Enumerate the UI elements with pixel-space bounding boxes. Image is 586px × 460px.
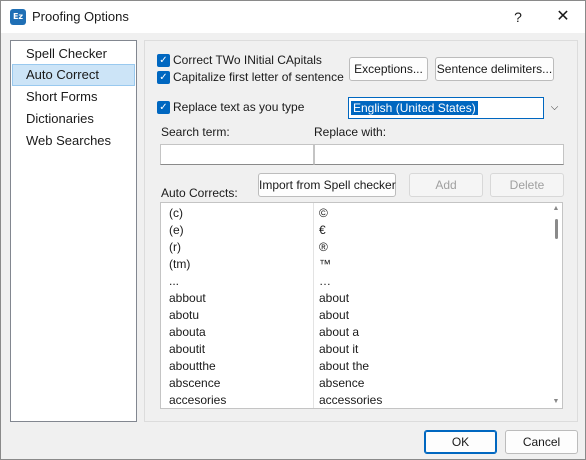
replace-with-cell: absence: [319, 376, 365, 390]
search-term-cell: (e): [169, 223, 184, 237]
search-term-cell: aboutit: [169, 342, 206, 356]
close-button[interactable]: ✕: [541, 1, 585, 33]
app-icon: Ez: [10, 9, 26, 25]
search-term-cell: abouta: [169, 325, 206, 339]
search-term-label: Search term:: [161, 125, 230, 139]
scroll-thumb[interactable]: [555, 219, 558, 239]
replace-as-type-checkbox[interactable]: ✓ Replace text as you type: [157, 100, 304, 114]
proofing-options-dialog: Ez Proofing Options ? ✕ Spell Checker Au…: [0, 0, 586, 460]
checkmark-icon: ✓: [157, 100, 170, 114]
add-button[interactable]: Add: [409, 173, 483, 197]
sentence-delimiters-button[interactable]: Sentence delimiters...: [435, 57, 554, 81]
list-row[interactable]: (tm) ™: [161, 256, 547, 273]
sidebar-item-short-forms[interactable]: Short Forms: [12, 86, 135, 108]
search-term-cell: (tm): [169, 257, 191, 271]
delete-button[interactable]: Delete: [490, 173, 564, 197]
import-spell-checker-button[interactable]: Import from Spell checker: [258, 173, 396, 197]
replace-with-cell: ©: [319, 206, 328, 220]
help-button[interactable]: ?: [501, 1, 535, 33]
search-term-cell: ...: [169, 274, 180, 288]
list-row[interactable]: accesories accessories: [161, 392, 547, 408]
list-row[interactable]: abscence absence: [161, 375, 547, 392]
search-term-cell: aboutthe: [169, 359, 216, 373]
search-term-cell: (c): [169, 206, 183, 220]
options-sidebar: Spell Checker Auto Correct Short Forms D…: [10, 40, 137, 422]
chevron-down-icon[interactable]: ⌵: [546, 97, 563, 119]
capitalize-first-checkbox[interactable]: ✓ Capitalize first letter of sentence: [157, 70, 344, 84]
replace-with-cell: about the: [319, 359, 370, 373]
list-row[interactable]: abbout about: [161, 290, 547, 307]
language-select-value[interactable]: English (United States): [348, 97, 544, 119]
replace-with-cell: ™: [319, 257, 331, 271]
sidebar-item-web-searches[interactable]: Web Searches: [12, 130, 135, 152]
list-row[interactable]: ... …: [161, 273, 547, 290]
cancel-button[interactable]: Cancel: [505, 430, 578, 454]
list-row[interactable]: abotu about: [161, 307, 547, 324]
exceptions-button[interactable]: Exceptions...: [349, 57, 428, 81]
auto-corrects-label: Auto Corrects:: [161, 186, 238, 200]
search-term-cell: abbout: [169, 291, 206, 305]
list-row[interactable]: abouta about a: [161, 324, 547, 341]
auto-corrects-list[interactable]: (c) © (e) € (r) ® (tm) ™...… abbout about abotu abo…: [160, 202, 563, 409]
title-bar: Ez Proofing Options ? ✕: [1, 1, 585, 33]
list-row[interactable]: (c) ©: [161, 205, 547, 222]
replace-with-cell: about: [319, 308, 350, 322]
correct-two-initial-label: Correct TWo INitial CApitals: [173, 53, 322, 67]
sidebar-item-spell-checker[interactable]: Spell Checker: [12, 43, 135, 65]
replace-with-cell: about a: [319, 325, 360, 339]
replace-as-type-label: Replace text as you type: [173, 100, 305, 114]
language-select[interactable]: English (United States) ⌵: [348, 97, 563, 119]
scroll-down-icon[interactable]: ▼: [552, 398, 560, 406]
list-row[interactable]: aboutit about it: [161, 341, 547, 358]
search-term-cell: accesories: [169, 393, 227, 407]
replace-with-label: Replace with:: [314, 125, 387, 139]
replace-with-cell: about it: [319, 342, 359, 356]
correct-two-initial-checkbox[interactable]: ✓ Correct TWo INitial CApitals: [157, 53, 322, 67]
checkmark-icon: ✓: [157, 70, 170, 84]
scroll-up-icon[interactable]: ▲: [552, 205, 560, 213]
sidebar-item-auto-correct[interactable]: Auto Correct: [12, 64, 135, 86]
list-row[interactable]: (e) €: [161, 222, 547, 239]
ok-button[interactable]: OK: [424, 430, 497, 454]
search-term-cell: abotu: [169, 308, 200, 322]
sidebar-item-dictionaries[interactable]: Dictionaries: [12, 108, 135, 130]
replace-with-cell: accessories: [319, 393, 383, 407]
search-term-cell: abscence: [169, 376, 221, 390]
replace-with-cell: about: [319, 291, 350, 305]
search-term-input[interactable]: [160, 144, 314, 165]
search-term-cell: (r): [169, 240, 181, 254]
list-row[interactable]: aboutthe about the: [161, 358, 547, 375]
replace-with-input[interactable]: [314, 144, 564, 165]
replace-with-cell: €: [319, 223, 326, 237]
list-row[interactable]: (r) ®: [161, 239, 547, 256]
window-title: Proofing Options: [32, 9, 129, 24]
capitalize-first-label: Capitalize first letter of sentence: [173, 70, 344, 84]
list-scrollbar[interactable]: ▲ ▼: [550, 203, 562, 408]
replace-with-cell: …: [319, 274, 331, 288]
checkmark-icon: ✓: [157, 53, 170, 67]
replace-with-cell: ®: [319, 240, 328, 254]
